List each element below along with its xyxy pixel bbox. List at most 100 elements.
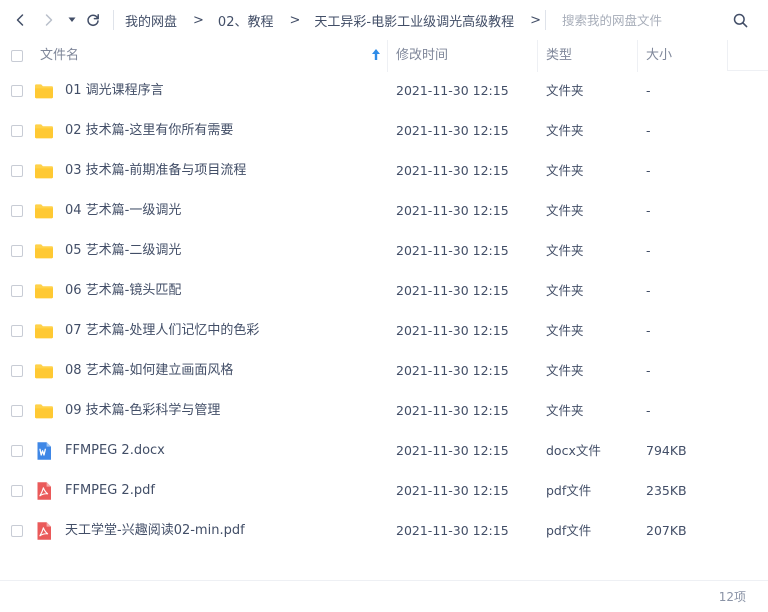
breadcrumb-separator: >	[530, 12, 541, 28]
chevron-left-icon	[16, 14, 24, 26]
file-name[interactable]: FFMPEG 2.pdf	[65, 471, 155, 511]
file-name[interactable]: 03 技术篇-前期准备与项目流程	[65, 151, 246, 191]
row-checkbox[interactable]	[11, 445, 23, 457]
row-checkbox[interactable]	[11, 525, 23, 537]
breadcrumb-item-root[interactable]: 我的网盘	[125, 11, 177, 30]
file-type: 文件夹	[546, 323, 584, 338]
folder-icon	[34, 81, 54, 101]
row-checkbox[interactable]	[11, 125, 23, 137]
refresh-button[interactable]	[81, 8, 105, 32]
back-button[interactable]	[8, 8, 32, 32]
file-modified: 2021-11-30 12:15	[396, 163, 509, 178]
footer-divider	[0, 580, 768, 581]
forward-button[interactable]	[37, 8, 61, 32]
file-modified: 2021-11-30 12:15	[396, 283, 509, 298]
column-divider	[637, 40, 638, 72]
select-all-checkbox[interactable]	[11, 50, 23, 62]
pdf-icon	[34, 521, 54, 541]
column-divider	[387, 40, 388, 72]
folder-icon	[34, 281, 54, 301]
row-checkbox[interactable]	[11, 85, 23, 97]
breadcrumb-item-tutorials[interactable]: 02、教程	[218, 11, 274, 30]
file-modified: 2021-11-30 12:15	[396, 363, 509, 378]
word-doc-icon	[34, 441, 54, 461]
file-type: docx文件	[546, 443, 601, 458]
file-size: 207KB	[646, 523, 687, 538]
folder-icon	[34, 321, 54, 341]
file-type: pdf文件	[546, 523, 592, 538]
file-size: -	[646, 83, 651, 98]
file-size: 235KB	[646, 483, 687, 498]
row-checkbox[interactable]	[11, 205, 23, 217]
search-divider	[545, 10, 546, 30]
file-name[interactable]: 01 调光课程序言	[65, 71, 164, 111]
file-type: 文件夹	[546, 363, 584, 378]
file-name[interactable]: FFMPEG 2.docx	[65, 431, 165, 471]
search-button[interactable]	[730, 10, 750, 30]
file-modified: 2021-11-30 12:15	[396, 203, 509, 218]
file-type: 文件夹	[546, 123, 584, 138]
file-row[interactable]: FFMPEG 2.pdf 2021-11-30 12:15 pdf文件 235K…	[0, 471, 768, 511]
pdf-icon	[34, 481, 54, 501]
file-size: 794KB	[646, 443, 687, 458]
top-toolbar: 我的网盘 > 02、教程 > 天工异彩-电影工业级调光高级教程 >	[0, 0, 768, 40]
file-size: -	[646, 203, 651, 218]
file-type: 文件夹	[546, 243, 584, 258]
file-name[interactable]: 02 技术篇-这里有你所有需要	[65, 111, 233, 151]
row-checkbox[interactable]	[11, 245, 23, 257]
row-checkbox[interactable]	[11, 365, 23, 377]
file-modified: 2021-11-30 12:15	[396, 123, 509, 138]
column-header-name[interactable]: 文件名	[40, 40, 79, 72]
breadcrumb: 我的网盘 > 02、教程 > 天工异彩-电影工业级调光高级教程 >	[125, 0, 555, 40]
file-name[interactable]: 07 艺术篇-处理人们记忆中的色彩	[65, 311, 259, 351]
file-row[interactable]: 02 技术篇-这里有你所有需要 2021-11-30 12:15 文件夹 -	[0, 111, 768, 151]
column-header-type[interactable]: 类型	[546, 40, 572, 72]
row-checkbox[interactable]	[11, 325, 23, 337]
file-name[interactable]: 09 技术篇-色彩科学与管理	[65, 391, 220, 431]
row-checkbox[interactable]	[11, 485, 23, 497]
file-modified: 2021-11-30 12:15	[396, 403, 509, 418]
file-modified: 2021-11-30 12:15	[396, 83, 509, 98]
file-row[interactable]: FFMPEG 2.docx 2021-11-30 12:15 docx文件 79…	[0, 431, 768, 471]
file-row[interactable]: 01 调光课程序言 2021-11-30 12:15 文件夹 -	[0, 71, 768, 111]
file-name[interactable]: 05 艺术篇-二级调光	[65, 231, 181, 271]
sort-ascending-icon[interactable]	[371, 48, 381, 62]
folder-icon	[34, 241, 54, 261]
file-row[interactable]: 06 艺术篇-镜头匹配 2021-11-30 12:15 文件夹 -	[0, 271, 768, 311]
file-size: -	[646, 283, 651, 298]
file-name[interactable]: 天工学堂-兴趣阅读02-min.pdf	[65, 511, 245, 551]
search-icon	[733, 13, 747, 27]
file-type: pdf文件	[546, 483, 592, 498]
file-size: -	[646, 243, 651, 258]
history-dropdown-button[interactable]	[62, 8, 82, 32]
file-row[interactable]: 04 艺术篇-一级调光 2021-11-30 12:15 文件夹 -	[0, 191, 768, 231]
breadcrumb-separator: >	[289, 12, 301, 28]
file-row[interactable]: 08 艺术篇-如何建立画面风格 2021-11-30 12:15 文件夹 -	[0, 351, 768, 391]
folder-icon	[34, 121, 54, 141]
file-row[interactable]: 09 技术篇-色彩科学与管理 2021-11-30 12:15 文件夹 -	[0, 391, 768, 431]
file-name[interactable]: 04 艺术篇-一级调光	[65, 191, 181, 231]
file-row[interactable]: 05 艺术篇-二级调光 2021-11-30 12:15 文件夹 -	[0, 231, 768, 271]
file-name[interactable]: 06 艺术篇-镜头匹配	[65, 271, 181, 311]
breadcrumb-item-current[interactable]: 天工异彩-电影工业级调光高级教程	[314, 11, 514, 30]
column-header-size[interactable]: 大小	[646, 40, 672, 72]
file-modified: 2021-11-30 12:15	[396, 483, 509, 498]
row-checkbox[interactable]	[11, 285, 23, 297]
file-modified: 2021-11-30 12:15	[396, 523, 509, 538]
search-input[interactable]	[562, 10, 722, 30]
folder-icon	[34, 201, 54, 221]
column-header-modified[interactable]: 修改时间	[396, 40, 448, 72]
item-count: 12项	[718, 590, 746, 604]
row-checkbox[interactable]	[11, 405, 23, 417]
file-row[interactable]: 天工学堂-兴趣阅读02-min.pdf 2021-11-30 12:15 pdf…	[0, 511, 768, 551]
file-name[interactable]: 08 艺术篇-如何建立画面风格	[65, 351, 233, 391]
file-row[interactable]: 07 艺术篇-处理人们记忆中的色彩 2021-11-30 12:15 文件夹 -	[0, 311, 768, 351]
refresh-icon	[87, 14, 99, 27]
toolbar-divider	[113, 10, 114, 30]
file-size: -	[646, 163, 651, 178]
folder-icon	[34, 161, 54, 181]
row-checkbox[interactable]	[11, 165, 23, 177]
file-type: 文件夹	[546, 163, 584, 178]
table-header: 文件名 修改时间 类型 大小	[0, 40, 768, 72]
file-row[interactable]: 03 技术篇-前期准备与项目流程 2021-11-30 12:15 文件夹 -	[0, 151, 768, 191]
